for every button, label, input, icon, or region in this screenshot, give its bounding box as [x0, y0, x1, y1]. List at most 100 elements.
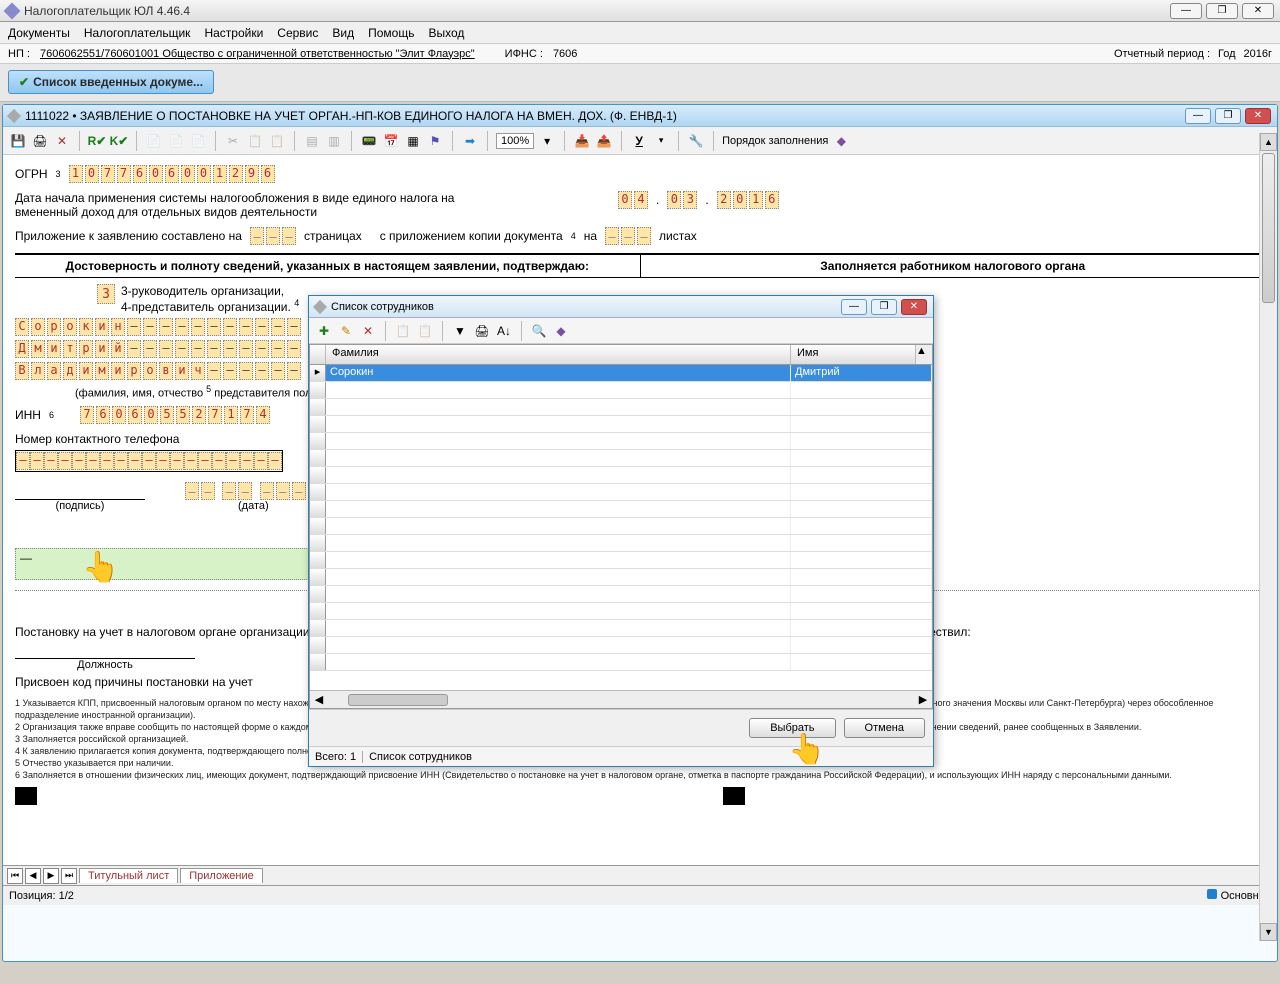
mdi-titlebar: 1111022 • ЗАЯВЛЕНИЕ О ПОСТАНОВКЕ НА УЧЕТ…: [3, 105, 1277, 127]
col-firstname[interactable]: Имя: [791, 345, 916, 364]
import-icon[interactable]: 📥: [573, 132, 591, 150]
app-icon: [4, 2, 21, 19]
tab-document-list[interactable]: ✔Список введенных докуме...: [8, 70, 214, 94]
sheet-tab-attachment[interactable]: Приложение: [180, 868, 263, 883]
delete-icon[interactable]: ✕: [53, 132, 71, 150]
maximize-button[interactable]: ❐: [1206, 3, 1238, 19]
menu-service[interactable]: Сервис: [277, 26, 318, 40]
table-row[interactable]: [310, 535, 932, 552]
book2-icon[interactable]: ◆: [552, 322, 570, 340]
flag-icon[interactable]: ⚑: [426, 132, 444, 150]
table-row[interactable]: [310, 637, 932, 654]
order-button[interactable]: Порядок заполнения: [722, 135, 828, 147]
menu-view[interactable]: Вид: [332, 26, 354, 40]
table-icon[interactable]: ▦: [404, 132, 422, 150]
sort-icon[interactable]: A↓: [495, 322, 513, 340]
firstname-cells[interactable]: Дмитрий———————————: [15, 340, 301, 358]
date-day-cells[interactable]: 04: [618, 191, 648, 209]
dialog-minimize-button[interactable]: —: [841, 299, 867, 315]
doc-icon-3[interactable]: 📄: [189, 132, 207, 150]
menu-settings[interactable]: Настройки: [204, 26, 263, 40]
phone-cells[interactable]: ———————————————————: [15, 450, 283, 472]
dialog-close-button[interactable]: ✕: [901, 299, 927, 315]
table-row[interactable]: [310, 603, 932, 620]
tab-strip: ✔Список введенных докуме...: [0, 64, 1280, 102]
sheet-tab-title[interactable]: Титульный лист: [79, 868, 178, 883]
table-row[interactable]: [310, 450, 932, 467]
calendar-icon[interactable]: 📅: [382, 132, 400, 150]
print2-icon[interactable]: 🖨: [473, 322, 491, 340]
np-link[interactable]: 7606062551/760601001 Общество с ограниче…: [40, 48, 475, 60]
table-row[interactable]: [310, 484, 932, 501]
menu-help[interactable]: Помощь: [368, 26, 414, 40]
minimize-button[interactable]: —: [1170, 3, 1202, 19]
select-button[interactable]: Выбрать: [749, 718, 835, 738]
grid-hscroll[interactable]: ◀ ▶: [310, 690, 932, 708]
table-row[interactable]: [310, 399, 932, 416]
add-icon[interactable]: ✚: [315, 322, 333, 340]
paste2-icon[interactable]: 📋: [416, 322, 434, 340]
zoom-combo[interactable]: 100%: [496, 133, 534, 149]
table-row[interactable]: [310, 569, 932, 586]
date-month-cells[interactable]: 03: [667, 191, 697, 209]
cancel-button[interactable]: Отмена: [844, 718, 925, 738]
edit-icon[interactable]: ✎: [337, 322, 355, 340]
inn-cells[interactable]: 760605527174: [80, 406, 270, 424]
book-icon[interactable]: ◆: [832, 132, 850, 150]
export-icon[interactable]: 📤: [595, 132, 613, 150]
menu-documents[interactable]: Документы: [8, 26, 70, 40]
menu-exit[interactable]: Выход: [428, 26, 464, 40]
doc-icon-2[interactable]: 📄: [167, 132, 185, 150]
nav-next-icon[interactable]: ▶: [43, 868, 59, 884]
arrow-icon[interactable]: ➡: [461, 132, 479, 150]
copy2-icon[interactable]: 📋: [394, 322, 412, 340]
menu-taxpayer[interactable]: Налогоплательщик: [84, 26, 191, 40]
copy-icon[interactable]: 📋: [246, 132, 264, 150]
chevron-down-icon[interactable]: ▾: [538, 132, 556, 150]
mdi-close-button[interactable]: ✕: [1245, 108, 1271, 124]
date-year-cells[interactable]: 2016: [717, 191, 779, 209]
doc-icon-1[interactable]: 📄: [145, 132, 163, 150]
wrench-icon[interactable]: 🔧: [687, 132, 705, 150]
vertical-scrollbar[interactable]: ▲ ▼: [1259, 133, 1277, 941]
list-icon[interactable]: ▤: [303, 132, 321, 150]
nav-prev-icon[interactable]: ◀: [25, 868, 41, 884]
table-row[interactable]: [310, 501, 932, 518]
table-row[interactable]: [310, 586, 932, 603]
dialog-toolbar: ✚ ✎ ✕ 📋 📋 ▼ 🖨 A↓ 🔍 ◆: [309, 318, 933, 344]
table-row[interactable]: ▸СорокинДмитрий: [310, 365, 932, 382]
underline-icon[interactable]: У: [630, 132, 648, 150]
calc-icon[interactable]: 📟: [360, 132, 378, 150]
filter-icon[interactable]: ▼: [451, 322, 469, 340]
table-row[interactable]: [310, 467, 932, 484]
table-row[interactable]: [310, 620, 932, 637]
table-row[interactable]: [310, 416, 932, 433]
nav-first-icon[interactable]: ⏮: [7, 868, 23, 884]
mdi-maximize-button[interactable]: ❐: [1215, 108, 1241, 124]
save-icon[interactable]: 💾: [9, 132, 27, 150]
table-row[interactable]: [310, 518, 932, 535]
cut-icon[interactable]: ✂: [224, 132, 242, 150]
rep-code-cell[interactable]: 3: [97, 284, 115, 304]
ogrn-cells[interactable]: 1077606001296: [69, 165, 275, 183]
dialog-maximize-button[interactable]: ❐: [871, 299, 897, 315]
print-icon[interactable]: 🖨: [31, 132, 49, 150]
remove-icon[interactable]: ✕: [359, 322, 377, 340]
k-check-icon[interactable]: K✔: [110, 132, 128, 150]
col-lastname[interactable]: Фамилия: [326, 345, 791, 364]
table-row[interactable]: [310, 382, 932, 399]
employee-grid[interactable]: Фамилия Имя ▲ ▸СорокинДмитрий ◀ ▶: [309, 344, 933, 709]
table-row[interactable]: [310, 654, 932, 671]
list2-icon[interactable]: ▥: [325, 132, 343, 150]
nav-last-icon[interactable]: ⏭: [61, 868, 77, 884]
find-icon[interactable]: 🔍: [530, 322, 548, 340]
table-row[interactable]: [310, 433, 932, 450]
table-row[interactable]: [310, 552, 932, 569]
lastname-cells[interactable]: Сорокин———————————: [15, 318, 301, 336]
middlename-cells[interactable]: Владимирович——————: [15, 362, 301, 380]
r-check-icon[interactable]: R✔: [88, 132, 106, 150]
mdi-minimize-button[interactable]: —: [1185, 108, 1211, 124]
close-button[interactable]: ✕: [1242, 3, 1274, 19]
dropdown-icon[interactable]: ▾: [652, 132, 670, 150]
paste-icon[interactable]: 📋: [268, 132, 286, 150]
